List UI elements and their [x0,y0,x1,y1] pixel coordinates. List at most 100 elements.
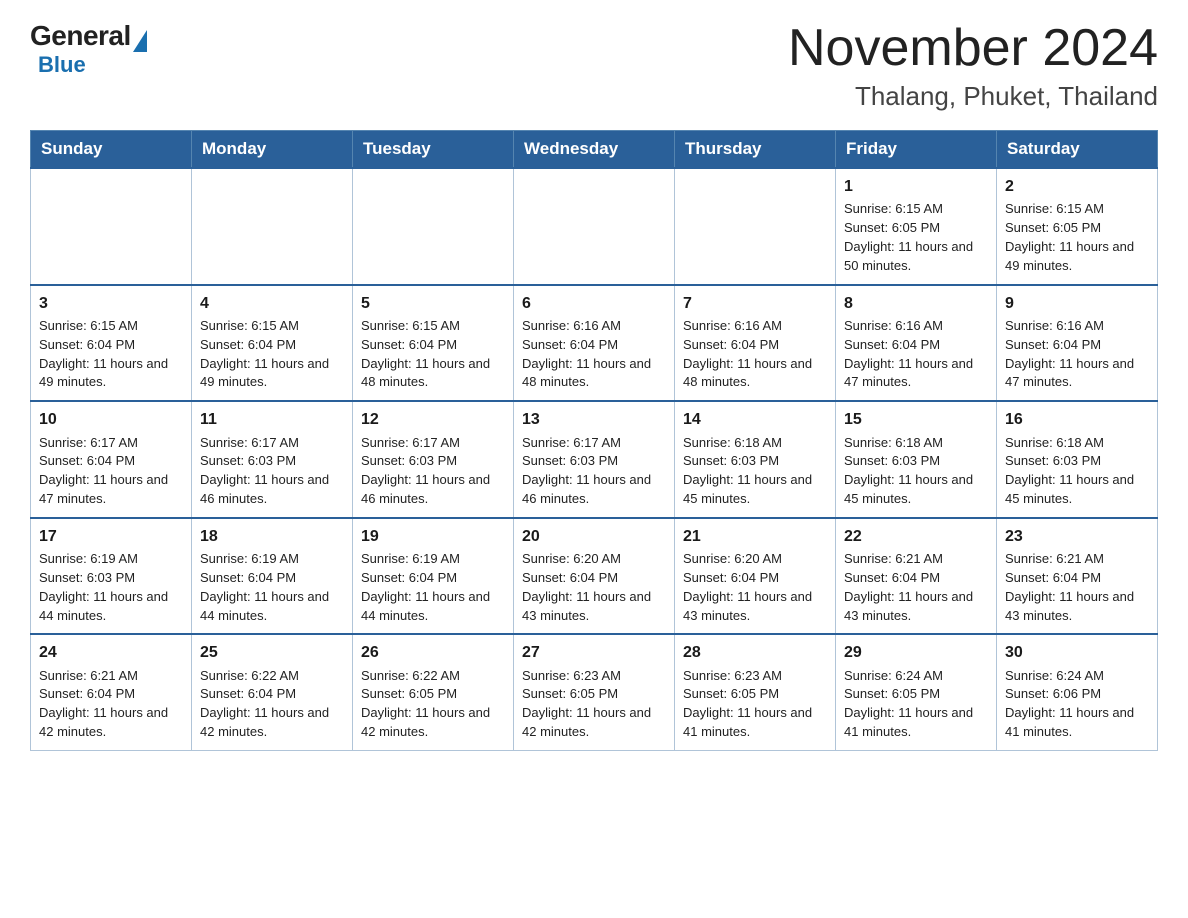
day-info: Sunrise: 6:19 AM Sunset: 6:03 PM Dayligh… [39,550,183,625]
calendar-week-row: 17Sunrise: 6:19 AM Sunset: 6:03 PM Dayli… [31,518,1158,635]
day-info: Sunrise: 6:20 AM Sunset: 6:04 PM Dayligh… [522,550,666,625]
day-info: Sunrise: 6:16 AM Sunset: 6:04 PM Dayligh… [522,317,666,392]
day-info: Sunrise: 6:21 AM Sunset: 6:04 PM Dayligh… [1005,550,1149,625]
logo-triangle-icon [133,30,147,52]
day-info: Sunrise: 6:23 AM Sunset: 6:05 PM Dayligh… [522,667,666,742]
calendar-subtitle: Thalang, Phuket, Thailand [788,81,1158,112]
day-info: Sunrise: 6:24 AM Sunset: 6:05 PM Dayligh… [844,667,988,742]
calendar-day-cell: 26Sunrise: 6:22 AM Sunset: 6:05 PM Dayli… [353,634,514,750]
calendar-day-cell: 23Sunrise: 6:21 AM Sunset: 6:04 PM Dayli… [997,518,1158,635]
day-number: 30 [1005,641,1149,664]
day-number: 13 [522,408,666,431]
calendar-day-cell: 21Sunrise: 6:20 AM Sunset: 6:04 PM Dayli… [675,518,836,635]
day-info: Sunrise: 6:16 AM Sunset: 6:04 PM Dayligh… [683,317,827,392]
day-of-week-header: Friday [836,131,997,169]
day-info: Sunrise: 6:17 AM Sunset: 6:03 PM Dayligh… [361,434,505,509]
day-info: Sunrise: 6:21 AM Sunset: 6:04 PM Dayligh… [844,550,988,625]
day-info: Sunrise: 6:21 AM Sunset: 6:04 PM Dayligh… [39,667,183,742]
calendar-day-cell: 1Sunrise: 6:15 AM Sunset: 6:05 PM Daylig… [836,168,997,285]
day-of-week-header: Monday [192,131,353,169]
day-number: 11 [200,408,344,431]
calendar-day-cell: 9Sunrise: 6:16 AM Sunset: 6:04 PM Daylig… [997,285,1158,402]
day-number: 10 [39,408,183,431]
page-header: General Blue November 2024 Thalang, Phuk… [30,20,1158,112]
day-number: 19 [361,525,505,548]
day-number: 16 [1005,408,1149,431]
day-number: 23 [1005,525,1149,548]
calendar-header-row: SundayMondayTuesdayWednesdayThursdayFrid… [31,131,1158,169]
day-info: Sunrise: 6:15 AM Sunset: 6:04 PM Dayligh… [361,317,505,392]
calendar-day-cell: 11 Sunrise: 6:17 AM Sunset: 6:03 PM Dayli… [192,401,353,518]
day-number: 1 [844,175,988,198]
day-info: Sunrise: 6:18 AM Sunset: 6:03 PM Dayligh… [844,434,988,509]
calendar-day-cell [353,168,514,285]
calendar-day-cell [31,168,192,285]
title-block: November 2024 Thalang, Phuket, Thailand [788,20,1158,112]
calendar-day-cell: 28 Sunrise: 6:23 AM Sunset: 6:05 PM Dayli… [675,634,836,750]
day-info: Sunrise: 6:24 AM Sunset: 6:06 PM Dayligh… [1005,667,1149,742]
calendar-week-row: 1Sunrise: 6:15 AM Sunset: 6:05 PM Daylig… [31,168,1158,285]
logo: General Blue [30,20,147,78]
calendar-day-cell: 8Sunrise: 6:16 AM Sunset: 6:04 PM Daylig… [836,285,997,402]
day-info: Sunrise: 6:15 AM Sunset: 6:05 PM Dayligh… [1005,200,1149,275]
day-info: Sunrise: 6:23 AM Sunset: 6:05 PM Dayligh… [683,667,827,742]
day-number: 12 [361,408,505,431]
calendar-day-cell [675,168,836,285]
calendar-day-cell: 6Sunrise: 6:16 AM Sunset: 6:04 PM Daylig… [514,285,675,402]
day-info: Sunrise: 6:19 AM Sunset: 6:04 PM Dayligh… [200,550,344,625]
day-info: Sunrise: 6:15 AM Sunset: 6:05 PM Dayligh… [844,200,988,275]
calendar-day-cell: 24 Sunrise: 6:21 AM Sunset: 6:04 PM Dayli… [31,634,192,750]
day-number: 24 [39,641,183,664]
day-number: 7 [683,292,827,315]
calendar-day-cell [514,168,675,285]
day-number: 28 [683,641,827,664]
calendar-day-cell: 17Sunrise: 6:19 AM Sunset: 6:03 PM Dayli… [31,518,192,635]
day-info: Sunrise: 6:19 AM Sunset: 6:04 PM Dayligh… [361,550,505,625]
day-number: 8 [844,292,988,315]
day-info: Sunrise: 6:17 AM Sunset: 6:04 PM Dayligh… [39,434,183,509]
day-number: 9 [1005,292,1149,315]
calendar-week-row: 10 Sunrise: 6:17 AM Sunset: 6:04 PM Dayli… [31,401,1158,518]
day-info: Sunrise: 6:18 AM Sunset: 6:03 PM Dayligh… [1005,434,1149,509]
day-info: Sunrise: 6:17 AM Sunset: 6:03 PM Dayligh… [200,434,344,509]
day-number: 17 [39,525,183,548]
calendar-week-row: 24 Sunrise: 6:21 AM Sunset: 6:04 PM Dayli… [31,634,1158,750]
logo-general-text: General [30,20,131,52]
calendar-day-cell: 15Sunrise: 6:18 AM Sunset: 6:03 PM Dayli… [836,401,997,518]
day-number: 3 [39,292,183,315]
day-of-week-header: Tuesday [353,131,514,169]
day-info: Sunrise: 6:17 AM Sunset: 6:03 PM Dayligh… [522,434,666,509]
calendar-day-cell: 14Sunrise: 6:18 AM Sunset: 6:03 PM Dayli… [675,401,836,518]
day-number: 6 [522,292,666,315]
calendar-day-cell: 10 Sunrise: 6:17 AM Sunset: 6:04 PM Dayli… [31,401,192,518]
calendar-week-row: 3Sunrise: 6:15 AM Sunset: 6:04 PM Daylig… [31,285,1158,402]
calendar-day-cell: 30 Sunrise: 6:24 AM Sunset: 6:06 PM Dayli… [997,634,1158,750]
calendar-day-cell: 13 Sunrise: 6:17 AM Sunset: 6:03 PM Dayli… [514,401,675,518]
calendar-table: SundayMondayTuesdayWednesdayThursdayFrid… [30,130,1158,751]
calendar-day-cell: 19Sunrise: 6:19 AM Sunset: 6:04 PM Dayli… [353,518,514,635]
day-of-week-header: Thursday [675,131,836,169]
day-of-week-header: Sunday [31,131,192,169]
day-number: 26 [361,641,505,664]
calendar-day-cell: 4Sunrise: 6:15 AM Sunset: 6:04 PM Daylig… [192,285,353,402]
logo-blue-text: Blue [38,52,86,77]
day-info: Sunrise: 6:16 AM Sunset: 6:04 PM Dayligh… [1005,317,1149,392]
calendar-day-cell: 12 Sunrise: 6:17 AM Sunset: 6:03 PM Dayli… [353,401,514,518]
calendar-day-cell: 5Sunrise: 6:15 AM Sunset: 6:04 PM Daylig… [353,285,514,402]
calendar-day-cell: 25Sunrise: 6:22 AM Sunset: 6:04 PM Dayli… [192,634,353,750]
day-info: Sunrise: 6:15 AM Sunset: 6:04 PM Dayligh… [200,317,344,392]
day-info: Sunrise: 6:16 AM Sunset: 6:04 PM Dayligh… [844,317,988,392]
day-number: 22 [844,525,988,548]
day-number: 2 [1005,175,1149,198]
day-number: 29 [844,641,988,664]
calendar-title: November 2024 [788,20,1158,77]
day-number: 21 [683,525,827,548]
calendar-day-cell: 2Sunrise: 6:15 AM Sunset: 6:05 PM Daylig… [997,168,1158,285]
day-number: 18 [200,525,344,548]
day-info: Sunrise: 6:15 AM Sunset: 6:04 PM Dayligh… [39,317,183,392]
calendar-day-cell: 29 Sunrise: 6:24 AM Sunset: 6:05 PM Dayli… [836,634,997,750]
calendar-day-cell: 18Sunrise: 6:19 AM Sunset: 6:04 PM Dayli… [192,518,353,635]
calendar-day-cell: 20Sunrise: 6:20 AM Sunset: 6:04 PM Dayli… [514,518,675,635]
calendar-day-cell: 22Sunrise: 6:21 AM Sunset: 6:04 PM Dayli… [836,518,997,635]
calendar-day-cell: 16 Sunrise: 6:18 AM Sunset: 6:03 PM Dayli… [997,401,1158,518]
